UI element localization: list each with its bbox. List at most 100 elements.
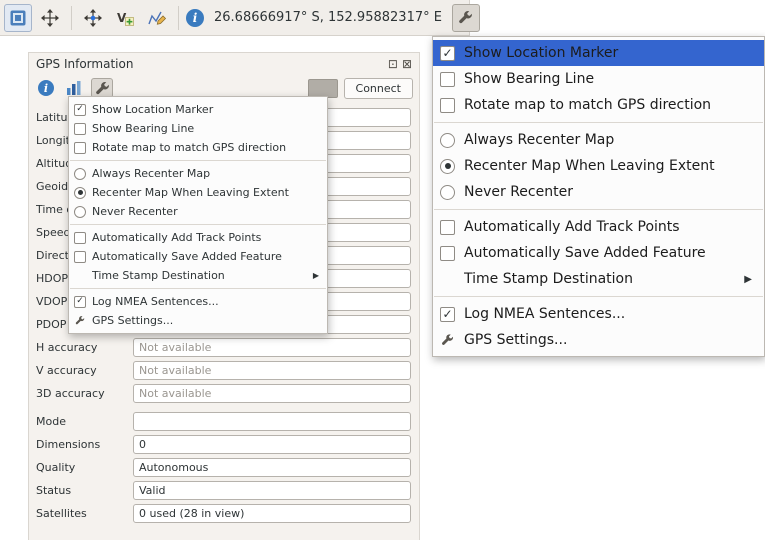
info-icon: i — [186, 9, 204, 27]
wrench-icon — [74, 315, 86, 327]
checkbox-indicator — [440, 220, 455, 235]
field-row-satellites: Satellites — [36, 504, 411, 523]
menu-item-show-bearing-line[interactable]: Show Bearing Line — [433, 66, 764, 92]
info-tab-button[interactable]: i — [35, 78, 57, 98]
menu-item-time-stamp-destination[interactable]: Time Stamp Destination▶ — [69, 266, 327, 285]
field-row-dimensions: Dimensions — [36, 435, 411, 454]
info-icon: i — [38, 80, 54, 96]
menu-item-show-bearing-line[interactable]: Show Bearing Line — [69, 119, 327, 138]
menu-item-label: Always Recenter Map — [92, 167, 319, 180]
menu-separator — [70, 224, 326, 225]
panel-title: GPS Information — [36, 57, 384, 71]
menu-item-label: Automatically Add Track Points — [464, 219, 752, 235]
signal-chart-icon — [66, 80, 82, 96]
radio-indicator — [440, 159, 455, 174]
gps-settings-menu: ✓Show Location Marker Show Bearing Line Ro… — [68, 96, 328, 334]
gps-connection-button[interactable] — [4, 4, 32, 32]
menu-item-automatically-save-added-feature[interactable]: Automatically Save Added Feature — [69, 247, 327, 266]
field-value-satellites[interactable] — [133, 504, 411, 523]
menu-item-automatically-add-track-points[interactable]: Automatically Add Track Points — [433, 214, 764, 240]
checkbox-indicator — [74, 142, 86, 154]
checkbox-indicator: ✓ — [74, 104, 86, 116]
float-icon[interactable]: ⊡ — [388, 58, 398, 70]
radio-indicator — [440, 133, 455, 148]
menu-item-time-stamp-destination[interactable]: Time Stamp Destination▶ — [433, 266, 764, 292]
menu-item-label: Show Bearing Line — [464, 71, 752, 87]
menu-item-label: Rotate map to match GPS direction — [464, 97, 752, 113]
menu-item-label: Automatically Add Track Points — [92, 231, 319, 244]
menu-item-automatically-add-track-points[interactable]: Automatically Add Track Points — [69, 228, 327, 247]
field-value-mode[interactable] — [133, 412, 411, 431]
checkbox-indicator — [74, 123, 86, 135]
checkbox-indicator — [74, 251, 86, 263]
menu-item-never-recenter[interactable]: Never Recenter — [433, 179, 764, 205]
checkbox-indicator — [440, 246, 455, 261]
submenu-arrow-icon: ▶ — [313, 271, 319, 280]
wrench-icon — [75, 315, 85, 326]
menu-item-label: Always Recenter Map — [464, 132, 752, 148]
recenter-map-button[interactable] — [36, 4, 64, 32]
field-value-status[interactable] — [133, 481, 411, 500]
field-label: Status — [36, 484, 133, 497]
recenter-extent-button[interactable] — [79, 4, 107, 32]
add-track-point-button[interactable] — [143, 4, 171, 32]
menu-separator — [434, 122, 763, 123]
menu-item-rotate-map-to-match-gps-direction[interactable]: Rotate map to match GPS direction — [433, 92, 764, 118]
menu-item-show-location-marker[interactable]: ✓Show Location Marker — [433, 40, 764, 66]
menu-item-always-recenter-map[interactable]: Always Recenter Map — [69, 164, 327, 183]
field-value-3d-accuracy[interactable] — [133, 384, 411, 403]
menu-item-gps-settings[interactable]: GPS Settings... — [433, 327, 764, 353]
wrench-icon — [458, 10, 473, 25]
gps-coordinates: 26.68666917° S, 152.95882317° E — [208, 10, 448, 25]
gps-toolbar: V i 26.68666917° S, 152.95882317° E — [0, 0, 470, 36]
field-value-h-accuracy[interactable] — [133, 338, 411, 357]
menu-item-log-nmea-sentences[interactable]: ✓ Log NMEA Sentences... — [69, 292, 327, 311]
recenter-map-icon — [40, 8, 60, 28]
field-value-dimensions[interactable] — [133, 435, 411, 454]
device-indicator[interactable] — [308, 79, 338, 98]
panel-titlebar: GPS Information ⊡ ⊠ — [29, 53, 419, 75]
menu-item-label: Show Bearing Line — [92, 122, 319, 135]
gps-connection-icon — [8, 8, 28, 28]
menu-indent-spacer — [74, 270, 86, 282]
add-vertex-button[interactable]: V — [111, 4, 139, 32]
menu-item-recenter-map-when-leaving-extent[interactable]: Recenter Map When Leaving Extent — [433, 153, 764, 179]
checkbox-indicator: ✓ — [74, 296, 86, 308]
field-value-v-accuracy[interactable] — [133, 361, 411, 380]
menu-item-label: Log NMEA Sentences... — [92, 295, 319, 308]
add-track-point-icon — [147, 8, 167, 28]
field-value-quality[interactable] — [133, 458, 411, 477]
menu-item-log-nmea-sentences[interactable]: ✓Log NMEA Sentences... — [433, 301, 764, 327]
menu-item-recenter-map-when-leaving-extent[interactable]: Recenter Map When Leaving Extent — [69, 183, 327, 202]
checkbox-indicator: ✓ — [440, 46, 455, 61]
menu-item-show-location-marker[interactable]: ✓Show Location Marker — [69, 100, 327, 119]
wrench-icon — [95, 81, 110, 96]
menu-separator — [70, 160, 326, 161]
close-icon[interactable]: ⊠ — [402, 58, 412, 70]
menu-item-automatically-save-added-feature[interactable]: Automatically Save Added Feature — [433, 240, 764, 266]
field-label: Quality — [36, 461, 133, 474]
radio-indicator — [440, 185, 455, 200]
menu-item-gps-settings[interactable]: GPS Settings... — [69, 311, 327, 330]
connect-button[interactable]: Connect — [344, 78, 413, 99]
wrench-icon — [441, 333, 454, 347]
field-label: Mode — [36, 415, 133, 428]
menu-item-label: Log NMEA Sentences... — [464, 306, 752, 322]
menu-item-label: Never Recenter — [464, 184, 752, 200]
wrench-icon — [440, 333, 455, 348]
field-label: Satellites — [36, 507, 133, 520]
field-row-3d-accuracy: 3D accuracy — [36, 384, 411, 403]
checkbox-indicator — [440, 72, 455, 87]
menu-item-always-recenter-map[interactable]: Always Recenter Map — [433, 127, 764, 153]
gps-settings-button[interactable] — [452, 4, 480, 32]
menu-item-rotate-map-to-match-gps-direction[interactable]: Rotate map to match GPS direction — [69, 138, 327, 157]
recenter-extent-icon — [83, 8, 103, 28]
field-label: 3D accuracy — [36, 387, 133, 400]
panel-settings-button[interactable] — [91, 78, 113, 98]
field-label: Dimensions — [36, 438, 133, 451]
menu-item-never-recenter[interactable]: Never Recenter — [69, 202, 327, 221]
checkbox-indicator — [74, 232, 86, 244]
submenu-arrow-icon: ▶ — [744, 274, 752, 285]
signal-chart-button[interactable] — [63, 78, 85, 98]
menu-item-label: Automatically Save Added Feature — [92, 250, 319, 263]
